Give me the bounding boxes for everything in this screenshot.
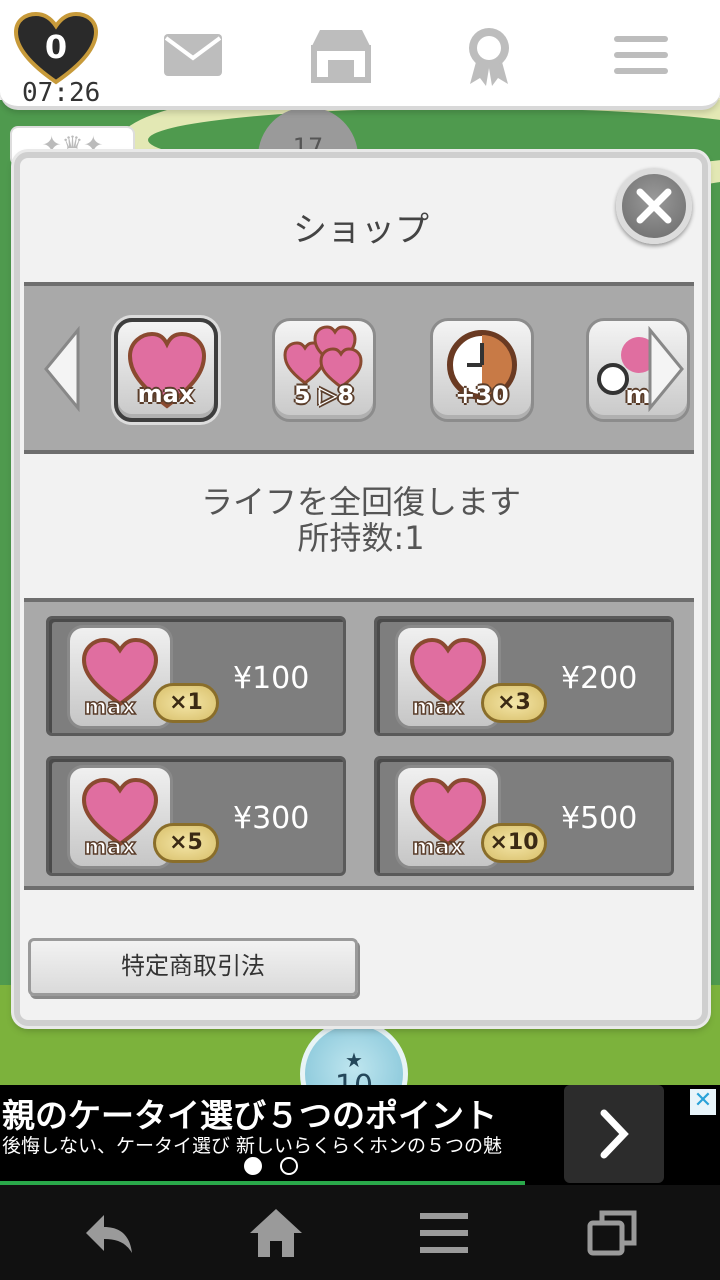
award-icon[interactable] [456, 22, 522, 88]
legal-notice-button[interactable]: 特定商取引法 [28, 938, 358, 996]
arrow-right-icon[interactable] [646, 326, 686, 412]
item-hearts-5-to-8[interactable]: 5 ▷8 [272, 318, 376, 422]
life-counter[interactable]: 0 [14, 12, 98, 86]
owned-count: 所持数:1 [297, 519, 425, 557]
quantity-badge: ×3 [481, 683, 547, 723]
item-label: 5 ▷8 [293, 381, 355, 409]
price-label: ¥500 [561, 801, 638, 836]
ad-subtitle: 後悔しない、ケータイ選び 新しいらくらくホンの５つの魅 [2, 1135, 503, 1157]
ad-pager [244, 1157, 316, 1179]
item-description: ライフを全回復します 所持数:1 [20, 484, 702, 556]
menu-icon[interactable] [608, 22, 674, 88]
svg-text:max: max [412, 835, 464, 860]
pager-dot-active[interactable] [244, 1157, 262, 1175]
ad-banner[interactable]: 親のケータイ選び５つのポイント 後悔しない、ケータイ選び 新しいらくらくホンの５… [0, 1085, 720, 1185]
svg-text:max: max [412, 695, 464, 720]
navigation-bar [0, 1185, 720, 1280]
menu-icon[interactable] [414, 1203, 474, 1263]
quantity-badge: ×5 [153, 823, 219, 863]
back-icon[interactable] [78, 1203, 138, 1263]
stage-number: 10 [335, 1069, 373, 1085]
item-label: max [137, 380, 195, 408]
pack-option-5[interactable]: max ×5 ¥300 [46, 756, 346, 876]
chevron-right-icon [600, 1109, 629, 1159]
close-button[interactable] [616, 168, 692, 244]
pack-option-10[interactable]: max ×10 ¥500 [374, 756, 674, 876]
price-label: ¥300 [233, 801, 310, 836]
close-icon [636, 188, 672, 224]
item-label: +30 [455, 381, 509, 409]
shop-modal: ショップ max 5 ▷8 +30 m ライフを全回復します 所持数:1 max… [14, 152, 708, 1026]
quantity-badge: ×1 [153, 683, 219, 723]
price-label: ¥100 [233, 661, 310, 696]
modal-title: ショップ [293, 210, 429, 250]
pack-option-3[interactable]: max ×3 ¥200 [374, 616, 674, 736]
recent-apps-icon[interactable] [582, 1203, 642, 1263]
item-carousel: max 5 ▷8 +30 m [24, 282, 694, 454]
top-bar: 0 07:26 [0, 0, 720, 110]
ad-next-button[interactable] [564, 1085, 664, 1183]
item-heart-max[interactable]: max [114, 318, 218, 422]
item-clock-plus-30[interactable]: +30 [430, 318, 534, 422]
home-icon[interactable] [246, 1203, 306, 1263]
pager-dot[interactable] [280, 1157, 298, 1175]
price-label: ¥200 [561, 661, 638, 696]
mail-icon[interactable] [160, 22, 226, 88]
quantity-badge: ×10 [481, 823, 547, 863]
star-icon: ★ [345, 1048, 363, 1072]
svg-text:max: max [84, 835, 136, 860]
arrow-left-icon[interactable] [42, 326, 82, 412]
life-count: 0 [44, 28, 68, 66]
pack-option-1[interactable]: max ×1 ¥100 [46, 616, 346, 736]
ad-title: 親のケータイ選び５つのポイント [2, 1096, 497, 1135]
ad-close-icon[interactable]: ✕ [690, 1089, 716, 1115]
svg-text:max: max [84, 695, 136, 720]
shop-icon[interactable] [308, 22, 374, 88]
purchase-options: max ×1 ¥100 max ×3 ¥200 max ×5 ¥300 max … [24, 598, 694, 890]
life-timer: 07:26 [22, 78, 101, 108]
description-text: ライフを全回復します [200, 483, 521, 521]
